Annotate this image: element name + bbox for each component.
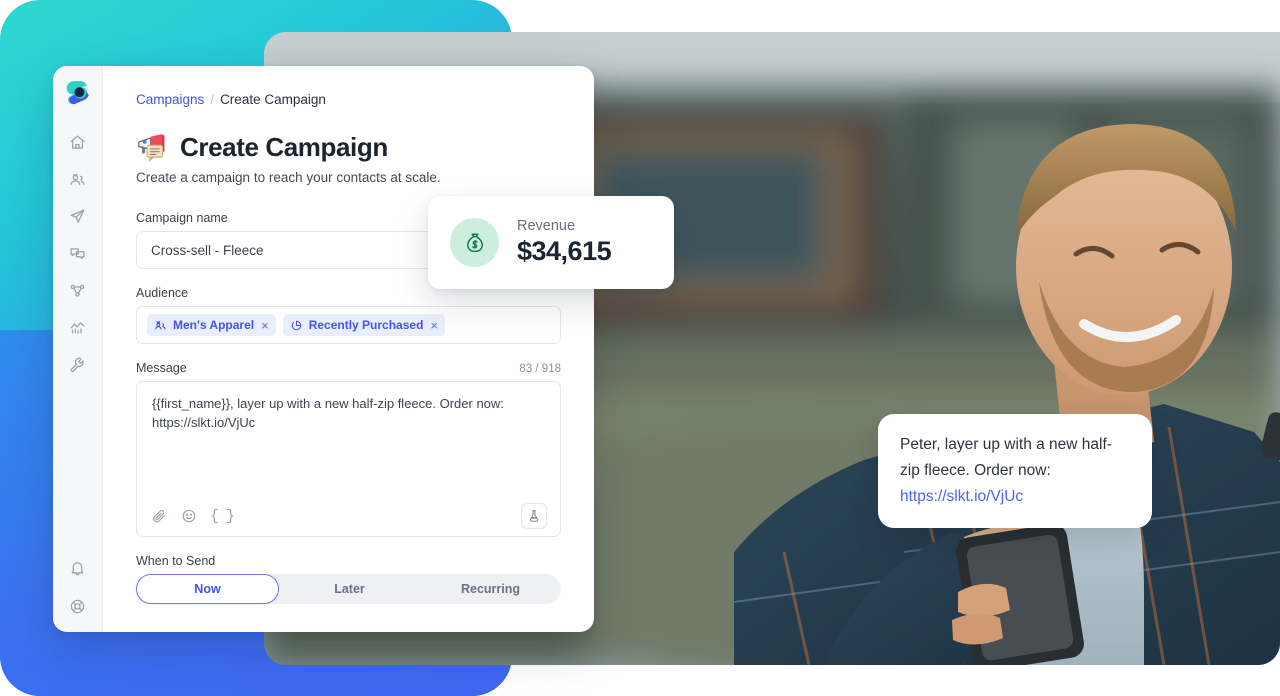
sidebar-item-help[interactable] xyxy=(64,594,92,618)
analytics-icon xyxy=(70,321,85,333)
sidebar-item-contacts[interactable] xyxy=(64,167,92,191)
segment-later[interactable]: Later xyxy=(279,574,420,604)
message-toolbar-left: { } xyxy=(150,507,235,525)
segment-now[interactable]: Now xyxy=(136,574,279,604)
sms-preview-text: Peter, layer up with a new half-zip flee… xyxy=(900,436,1112,479)
revenue-text: Revenue $34,615 xyxy=(517,218,612,267)
flask-icon xyxy=(529,510,539,522)
revenue-icon-badge xyxy=(450,218,499,267)
test-message-button[interactable] xyxy=(521,503,547,529)
audience-label: Audience xyxy=(136,286,189,300)
message-label: Message xyxy=(136,361,187,375)
revenue-value: $34,615 xyxy=(517,236,612,266)
when-to-send-label: When to Send xyxy=(136,554,216,568)
message-char-count: 83 / 918 xyxy=(519,363,561,375)
sidebar-nav xyxy=(64,130,92,556)
breadcrumb-campaigns-link[interactable]: Campaigns xyxy=(136,92,204,107)
home-icon xyxy=(70,134,85,149)
audience-tag-label: Men's Apparel xyxy=(173,318,255,332)
app-sidebar xyxy=(53,66,103,632)
sidebar-item-analytics[interactable] xyxy=(64,315,92,339)
bell-icon xyxy=(71,561,84,575)
sidebar-item-campaigns[interactable] xyxy=(64,204,92,228)
logo-icon xyxy=(66,81,89,105)
message-textarea[interactable]: {{first_name}}, layer up with a new half… xyxy=(136,381,561,537)
audience-tag-recently-purchased[interactable]: Recently Purchased × xyxy=(282,314,445,336)
campaigns-send-icon xyxy=(70,208,85,223)
page-subtitle: Create a campaign to reach your contacts… xyxy=(136,170,441,185)
page-title-row: Create Campaign xyxy=(136,132,561,163)
audience-input[interactable]: Men's Apparel × Recently Purchased × xyxy=(136,306,561,344)
revenue-label: Revenue xyxy=(517,218,576,234)
contacts-icon xyxy=(70,173,85,185)
audience-field: Audience Men's Apparel × Recently Purcha… xyxy=(136,286,561,344)
message-label-row: Message 83 / 918 xyxy=(136,361,561,375)
help-icon xyxy=(70,599,85,613)
message-field: Message 83 / 918 {{first_name}}, layer u… xyxy=(136,361,561,537)
attachment-icon xyxy=(153,509,165,523)
page-title: Create Campaign xyxy=(180,132,388,162)
campaign-name-label: Campaign name xyxy=(136,211,228,225)
megaphone-speech-emoji xyxy=(138,133,165,161)
sms-preview-bubble: Peter, layer up with a new half-zip flee… xyxy=(878,414,1152,528)
when-to-send-label-row: When to Send xyxy=(136,554,561,568)
sidebar-item-home[interactable] xyxy=(64,130,92,154)
sms-preview-link[interactable]: https://slkt.io/VjUc xyxy=(900,488,1023,505)
settings-wrench-icon xyxy=(70,357,84,372)
segment-recurring[interactable]: Recurring xyxy=(420,574,561,604)
slkt-logo[interactable] xyxy=(63,78,93,108)
money-bag-icon xyxy=(466,232,483,252)
emoji-icon xyxy=(182,509,196,523)
when-to-send-segmented-control: Now Later Recurring xyxy=(136,574,561,604)
audience-tag-remove[interactable]: × xyxy=(429,319,438,332)
breadcrumb-separator: / xyxy=(210,92,215,107)
when-to-send-field: When to Send Now Later Recurring xyxy=(136,554,561,604)
message-value: {{first_name}}, layer up with a new half… xyxy=(152,396,504,430)
attachment-button[interactable] xyxy=(150,507,168,525)
sidebar-bottom-nav xyxy=(64,556,92,618)
message-toolbar: { } xyxy=(137,496,560,536)
recently-purchased-icon xyxy=(291,320,301,330)
automations-icon xyxy=(70,284,85,297)
breadcrumb: Campaigns / Create Campaign xyxy=(136,92,561,107)
sidebar-item-automations[interactable] xyxy=(64,278,92,302)
conversations-icon xyxy=(70,247,85,259)
emoji-button[interactable] xyxy=(180,507,198,525)
audience-tag-mens-apparel[interactable]: Men's Apparel × xyxy=(147,314,276,336)
sidebar-item-conversations[interactable] xyxy=(64,241,92,265)
app-window: Campaigns / Create Campaign Create Campa… xyxy=(53,66,594,632)
audience-tag-label: Recently Purchased xyxy=(308,318,424,332)
merge-field-button[interactable]: { } xyxy=(210,508,235,525)
sidebar-item-notifications[interactable] xyxy=(64,556,92,580)
audience-group-icon xyxy=(155,320,166,330)
breadcrumb-current: Create Campaign xyxy=(220,92,326,107)
sidebar-item-settings[interactable] xyxy=(64,352,92,376)
revenue-stat-card: Revenue $34,615 xyxy=(428,196,674,289)
audience-tag-remove[interactable]: × xyxy=(260,319,269,332)
campaign-name-value: Cross-sell - Fleece xyxy=(151,242,264,258)
campaign-form-panel: Campaigns / Create Campaign Create Campa… xyxy=(103,66,594,632)
